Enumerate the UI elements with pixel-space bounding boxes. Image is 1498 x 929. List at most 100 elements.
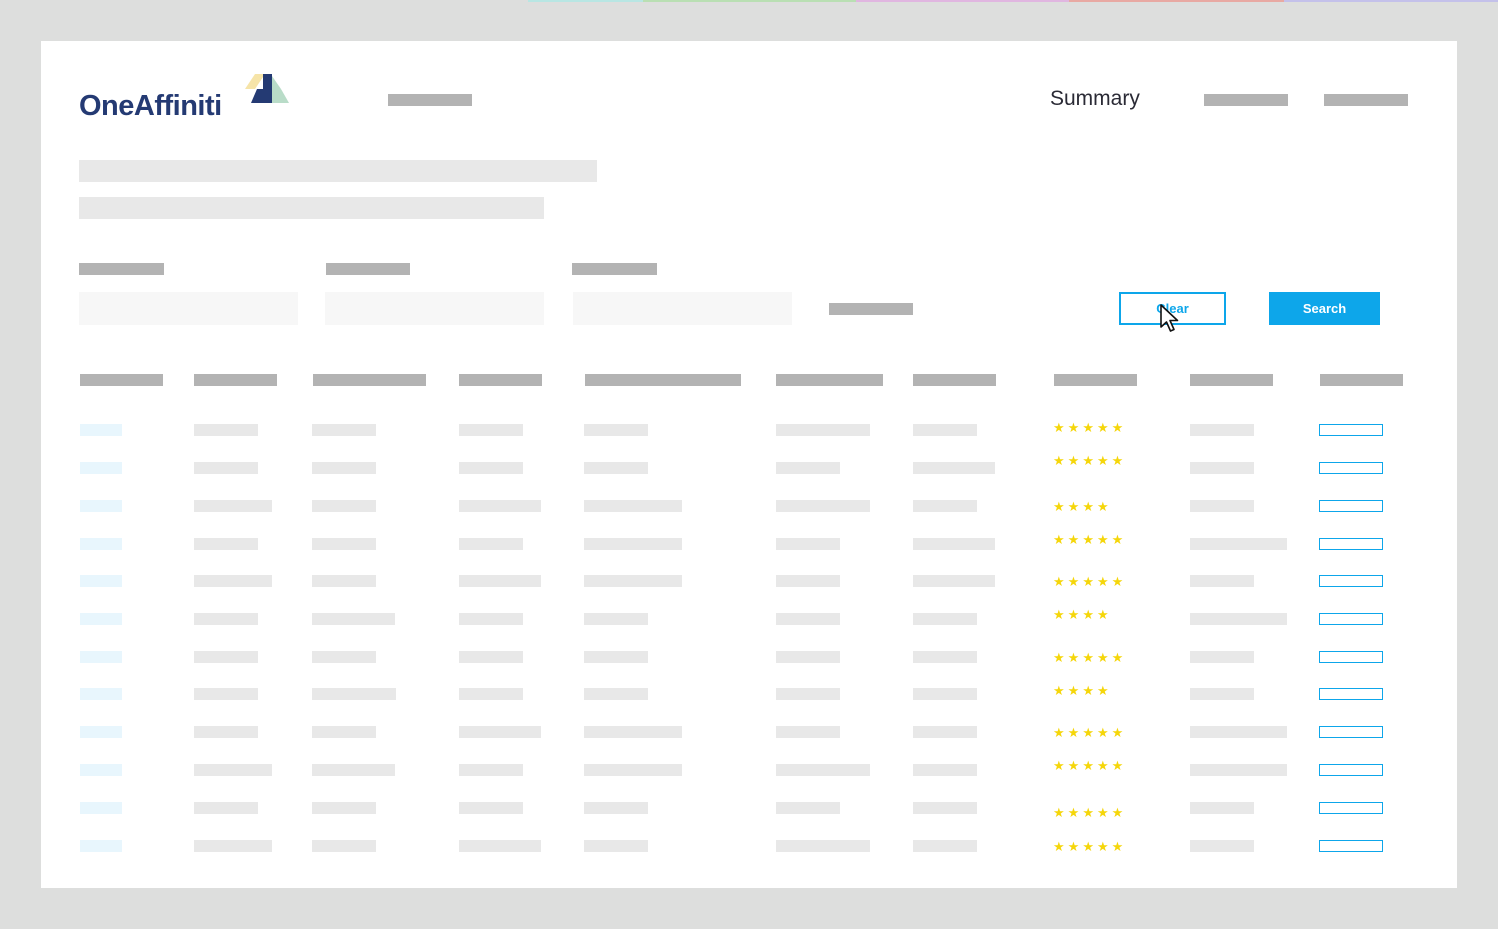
row-link-placeholder[interactable] <box>80 651 122 663</box>
star-icon: ★ <box>1096 839 1112 854</box>
cell-placeholder <box>584 840 648 852</box>
row-action-button[interactable] <box>1319 613 1383 625</box>
row-action-button[interactable] <box>1319 764 1383 776</box>
row-link-placeholder[interactable] <box>80 538 122 550</box>
cell-placeholder <box>194 726 258 738</box>
cell-placeholder <box>194 500 272 512</box>
cell-placeholder <box>776 726 840 738</box>
nav-item-summary[interactable]: Summary <box>1050 86 1140 112</box>
column-header[interactable] <box>1054 374 1137 386</box>
column-header[interactable] <box>585 374 741 386</box>
cell-placeholder <box>194 688 258 700</box>
filter-label <box>79 263 164 275</box>
star-icon: ★ <box>1096 420 1112 435</box>
row-link-placeholder[interactable] <box>80 613 122 625</box>
star-icon: ★ <box>1096 650 1112 665</box>
column-header[interactable] <box>194 374 277 386</box>
cell-placeholder <box>459 538 523 550</box>
star-rating: ★★★★★ <box>1053 575 1126 589</box>
row-action-button[interactable] <box>1319 424 1383 436</box>
star-icon: ★ <box>1096 574 1112 589</box>
star-icon: ★ <box>1096 805 1112 820</box>
nav-item-placeholder[interactable] <box>388 94 472 106</box>
row-link-placeholder[interactable] <box>80 764 122 776</box>
cell-placeholder <box>584 462 648 474</box>
star-icon: ★ <box>1082 683 1097 698</box>
star-icon: ★ <box>1082 420 1097 435</box>
star-icon: ★ <box>1067 574 1083 589</box>
cell-placeholder <box>459 688 523 700</box>
row-link-placeholder[interactable] <box>80 462 122 474</box>
row-action-button[interactable] <box>1319 840 1383 852</box>
star-icon: ★ <box>1053 420 1068 435</box>
cell-placeholder <box>194 613 258 625</box>
cell-placeholder <box>913 424 977 436</box>
cell-placeholder <box>913 802 977 814</box>
row-link-placeholder[interactable] <box>80 840 122 852</box>
cell-placeholder <box>312 802 376 814</box>
star-icon: ★ <box>1111 805 1127 820</box>
cell-placeholder <box>584 764 682 776</box>
cell-placeholder <box>459 462 523 474</box>
cell-placeholder <box>584 613 648 625</box>
row-link-placeholder[interactable] <box>80 802 122 814</box>
row-action-button[interactable] <box>1319 726 1383 738</box>
star-rating: ★★★★★ <box>1053 454 1126 468</box>
nav-item-placeholder[interactable] <box>1204 94 1288 106</box>
star-rating: ★★★★ <box>1053 684 1112 698</box>
cell-placeholder <box>459 726 541 738</box>
nav-item-placeholder[interactable] <box>1324 94 1408 106</box>
star-icon: ★ <box>1096 758 1112 773</box>
filter-input[interactable] <box>325 292 544 325</box>
filter-input[interactable] <box>573 292 792 325</box>
column-header[interactable] <box>1320 374 1403 386</box>
search-button[interactable]: Search <box>1269 292 1380 325</box>
cell-placeholder <box>1190 651 1254 663</box>
star-icon: ★ <box>1053 574 1068 589</box>
cell-placeholder <box>459 613 523 625</box>
page-subtitle-placeholder <box>79 197 544 219</box>
cell-placeholder <box>776 802 840 814</box>
star-icon: ★ <box>1082 839 1097 854</box>
star-icon: ★ <box>1053 650 1068 665</box>
row-action-button[interactable] <box>1319 688 1383 700</box>
cell-placeholder <box>913 651 977 663</box>
cell-placeholder <box>776 424 870 436</box>
filter-option-placeholder[interactable] <box>829 303 913 315</box>
star-icon: ★ <box>1082 725 1097 740</box>
row-action-button[interactable] <box>1319 462 1383 474</box>
column-header[interactable] <box>80 374 163 386</box>
star-rating: ★★★★★ <box>1053 759 1126 773</box>
row-link-placeholder[interactable] <box>80 500 122 512</box>
row-action-button[interactable] <box>1319 500 1383 512</box>
cell-placeholder <box>913 764 977 776</box>
cell-placeholder <box>913 500 977 512</box>
cell-placeholder <box>584 538 682 550</box>
star-rating: ★★★★★ <box>1053 840 1126 854</box>
column-header[interactable] <box>776 374 883 386</box>
row-link-placeholder[interactable] <box>80 575 122 587</box>
star-icon: ★ <box>1053 453 1068 468</box>
cell-placeholder <box>1190 613 1287 625</box>
star-rating: ★★★★★ <box>1053 421 1126 435</box>
star-icon: ★ <box>1053 607 1068 622</box>
star-icon: ★ <box>1067 532 1083 547</box>
row-link-placeholder[interactable] <box>80 726 122 738</box>
row-action-button[interactable] <box>1319 651 1383 663</box>
column-header[interactable] <box>313 374 426 386</box>
row-link-placeholder[interactable] <box>80 688 122 700</box>
column-header[interactable] <box>1190 374 1273 386</box>
row-action-button[interactable] <box>1319 575 1383 587</box>
row-action-button[interactable] <box>1319 802 1383 814</box>
row-action-button[interactable] <box>1319 538 1383 550</box>
cell-placeholder <box>459 500 541 512</box>
filter-input[interactable] <box>79 292 298 325</box>
column-header[interactable] <box>459 374 542 386</box>
logo[interactable]: OneAffiniti <box>79 73 289 123</box>
star-icon: ★ <box>1067 683 1083 698</box>
cell-placeholder <box>459 802 523 814</box>
cell-placeholder <box>584 802 648 814</box>
cell-placeholder <box>584 424 648 436</box>
column-header[interactable] <box>913 374 996 386</box>
row-link-placeholder[interactable] <box>80 424 122 436</box>
